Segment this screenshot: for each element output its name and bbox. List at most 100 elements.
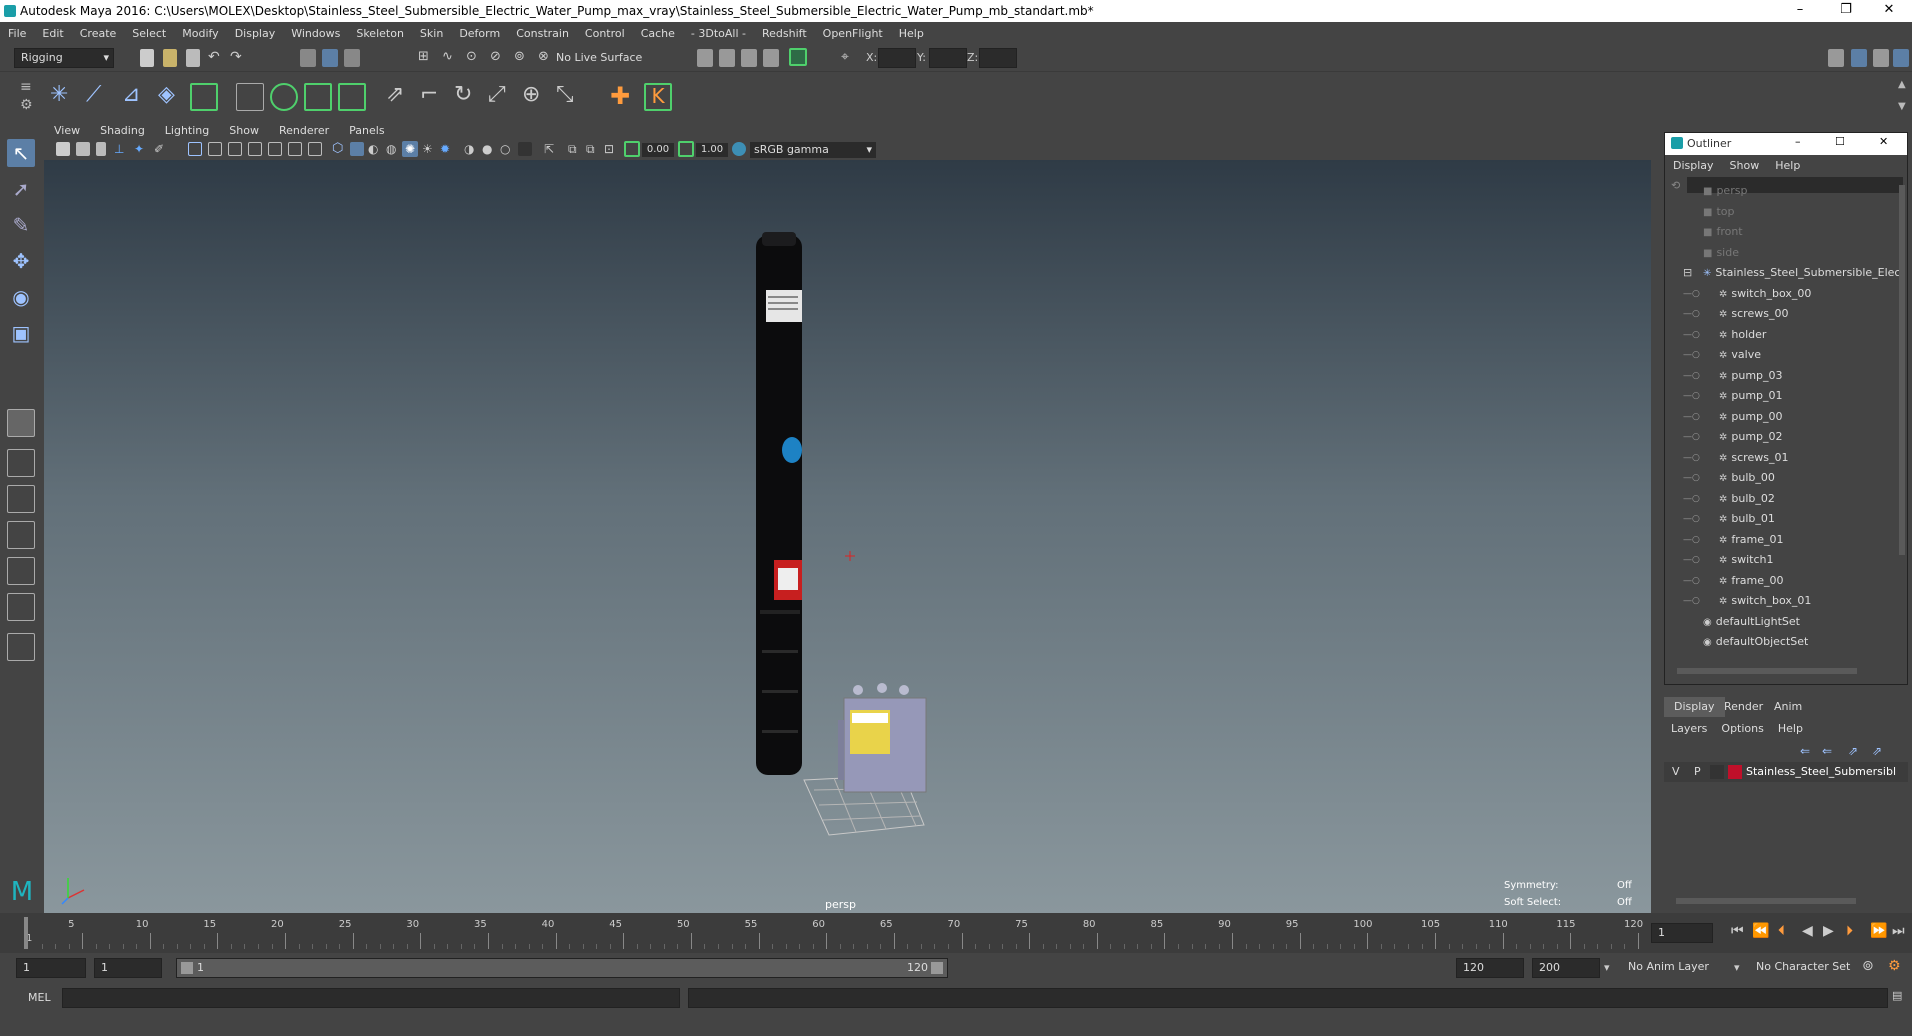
orient-constraint-icon[interactable]: ↻ <box>454 84 478 109</box>
restore-button[interactable]: ❐ <box>1823 0 1869 22</box>
close-button[interactable]: ✕ <box>1866 0 1912 22</box>
gate-mask-icon[interactable] <box>248 142 262 156</box>
chevron-down-icon[interactable]: ▾ <box>1604 961 1610 974</box>
outliner-item[interactable]: ■ top <box>1703 202 1734 222</box>
outliner-item[interactable]: —○ ✲ pump_02 <box>1683 427 1783 447</box>
outliner-item[interactable]: —○ ✲ screws_01 <box>1683 448 1788 468</box>
x-field[interactable] <box>878 48 916 68</box>
textured-icon[interactable]: ◍ <box>386 142 400 156</box>
go-to-end-icon[interactable]: ⏭ <box>1892 923 1905 939</box>
four-view-layout-icon[interactable] <box>7 449 35 477</box>
viewport-menu-panels[interactable]: Panels <box>339 124 394 137</box>
joint-tool-icon[interactable]: ✳ <box>50 84 74 109</box>
menu-display[interactable]: Display <box>227 27 284 40</box>
image-plane-icon[interactable]: ⊥ <box>114 142 128 156</box>
outliner-item[interactable]: —○ ✲ holder <box>1683 325 1766 345</box>
menu-select[interactable]: Select <box>124 27 174 40</box>
paint-weights-icon[interactable] <box>270 83 298 111</box>
outliner-persp-layout-icon[interactable] <box>7 593 35 621</box>
outliner-item[interactable]: —○ ✲ bulb_02 <box>1683 489 1775 509</box>
outliner-item[interactable]: —○ ✲ bulb_00 <box>1683 468 1775 488</box>
menu-file[interactable]: File <box>0 27 34 40</box>
step-back-frame-icon[interactable]: ⏴ <box>1778 923 1785 939</box>
menu-skin[interactable]: Skin <box>412 27 451 40</box>
range-slider-end-handle[interactable] <box>931 962 943 974</box>
menu-3dtoall[interactable]: - 3DtoAll - <box>683 27 754 40</box>
outliner-menu-show[interactable]: Show <box>1722 159 1768 172</box>
viewport-menu-lighting[interactable]: Lighting <box>155 124 219 137</box>
orient-joint-icon[interactable] <box>190 83 218 111</box>
y-field[interactable] <box>929 48 967 68</box>
outliner-item[interactable]: —○ ✲ pump_00 <box>1683 407 1783 427</box>
snap-point-icon[interactable]: ⊙ <box>466 49 484 67</box>
select-hierarchy-icon[interactable] <box>300 49 316 67</box>
resolution-gate-icon[interactable] <box>228 142 242 156</box>
outliner-menu-display[interactable]: Display <box>1665 159 1722 172</box>
layer-visibility-toggle[interactable]: V <box>1672 765 1680 778</box>
live-surface-label[interactable]: No Live Surface <box>556 51 642 64</box>
transform-input-icon[interactable]: ⌖ <box>841 49 859 67</box>
outliner-item[interactable]: —○ ✲ switch_box_00 <box>1683 284 1811 304</box>
snap-view-icon[interactable]: ⊘ <box>490 49 508 67</box>
outliner-item[interactable]: —○ ✲ valve <box>1683 345 1761 365</box>
snap-grid-icon[interactable]: ⊞ <box>418 49 436 67</box>
render-frame-icon[interactable] <box>697 49 713 67</box>
grid-toggle-icon[interactable] <box>188 142 202 156</box>
viewport-menu-renderer[interactable]: Renderer <box>269 124 339 137</box>
outliner-menu-help[interactable]: Help <box>1767 159 1808 172</box>
xray-icon[interactable]: ⇱ <box>544 142 558 156</box>
minimize-button[interactable]: – <box>1777 0 1823 22</box>
current-frame-field[interactable]: 1 <box>1651 923 1713 943</box>
render-settings-icon[interactable] <box>741 49 757 67</box>
menu-modify[interactable]: Modify <box>174 27 226 40</box>
command-input[interactable] <box>62 988 680 1008</box>
wireframe-on-shaded-icon[interactable]: ◐ <box>368 142 382 156</box>
outliner-item[interactable]: —○ ✲ pump_03 <box>1683 366 1783 386</box>
anim-layer-dropdown[interactable]: No Anim Layer <box>1628 960 1709 973</box>
outliner-item[interactable]: —○ ✲ screws_00 <box>1683 304 1788 324</box>
grease-pencil-icon[interactable]: ✐ <box>154 142 168 156</box>
current-time-indicator[interactable] <box>24 917 28 949</box>
tool-settings-toggle-icon[interactable] <box>1873 49 1889 67</box>
viewport-menu-view[interactable]: View <box>44 124 90 137</box>
menu-cache[interactable]: Cache <box>633 27 683 40</box>
move-layer-up-icon[interactable]: ⇐ <box>1800 744 1810 758</box>
range-slider[interactable]: 1 120 <box>176 958 948 978</box>
rotate-tool-icon[interactable]: ◉ <box>7 283 35 311</box>
lasso-tool-icon[interactable]: ➚ <box>7 175 35 203</box>
outliner-vertical-scrollbar[interactable] <box>1899 185 1905 555</box>
persp-outliner-layout-icon[interactable] <box>7 485 35 513</box>
character-set-dropdown[interactable]: No Character Set <box>1756 960 1850 973</box>
outliner-item[interactable]: —○ ✲ switch1 <box>1683 550 1774 570</box>
scale-tool-icon[interactable]: ▣ <box>7 319 35 347</box>
playback-end-field[interactable]: 120 <box>1456 958 1524 978</box>
new-scene-icon[interactable] <box>140 49 154 67</box>
point-constraint-icon[interactable]: ⇗ <box>386 84 410 109</box>
color-space-dropdown[interactable]: sRGB gamma ▾ <box>750 142 876 158</box>
scale-constraint-icon[interactable]: ⤢ <box>488 84 512 109</box>
bookmark-icon[interactable] <box>96 142 106 156</box>
menu-control[interactable]: Control <box>577 27 633 40</box>
step-forward-frame-icon[interactable]: ⏵ <box>1846 923 1853 939</box>
shelf-menu-icon[interactable]: ≡ <box>20 79 38 97</box>
paint-select-icon[interactable]: ✎ <box>7 211 35 239</box>
shelf-scroll-down-icon[interactable]: ▼ <box>1898 101 1912 119</box>
chevron-down-icon[interactable]: ▾ <box>1734 961 1740 974</box>
redo-icon[interactable]: ↷ <box>230 49 248 67</box>
outliner-item[interactable]: ◉ defaultObjectSet <box>1703 632 1808 652</box>
move-layer-down-icon[interactable]: ⇐ <box>1822 744 1832 758</box>
viewport-menu-shading[interactable]: Shading <box>90 124 155 137</box>
layer-row[interactable]: V P Stainless_Steel_Submersibl <box>1664 762 1908 782</box>
script-editor-icon[interactable]: ▤ <box>1892 989 1902 1002</box>
multisample-icon[interactable]: ● <box>482 142 496 156</box>
menu-constrain[interactable]: Constrain <box>508 27 577 40</box>
isolate-select-icon[interactable] <box>518 142 532 156</box>
outliner-item[interactable]: ■ persp <box>1703 181 1747 201</box>
persp-hypershade-layout-icon[interactable] <box>7 557 35 585</box>
menu-deform[interactable]: Deform <box>451 27 508 40</box>
new-layer-icon[interactable]: ⇗ <box>1848 744 1858 758</box>
outliner-item[interactable]: ■ side <box>1703 243 1739 263</box>
layer-playback-toggle[interactable]: P <box>1694 765 1701 778</box>
shadows-icon[interactable]: ☀ <box>422 142 436 156</box>
backface-icon[interactable]: ⊡ <box>604 142 618 156</box>
